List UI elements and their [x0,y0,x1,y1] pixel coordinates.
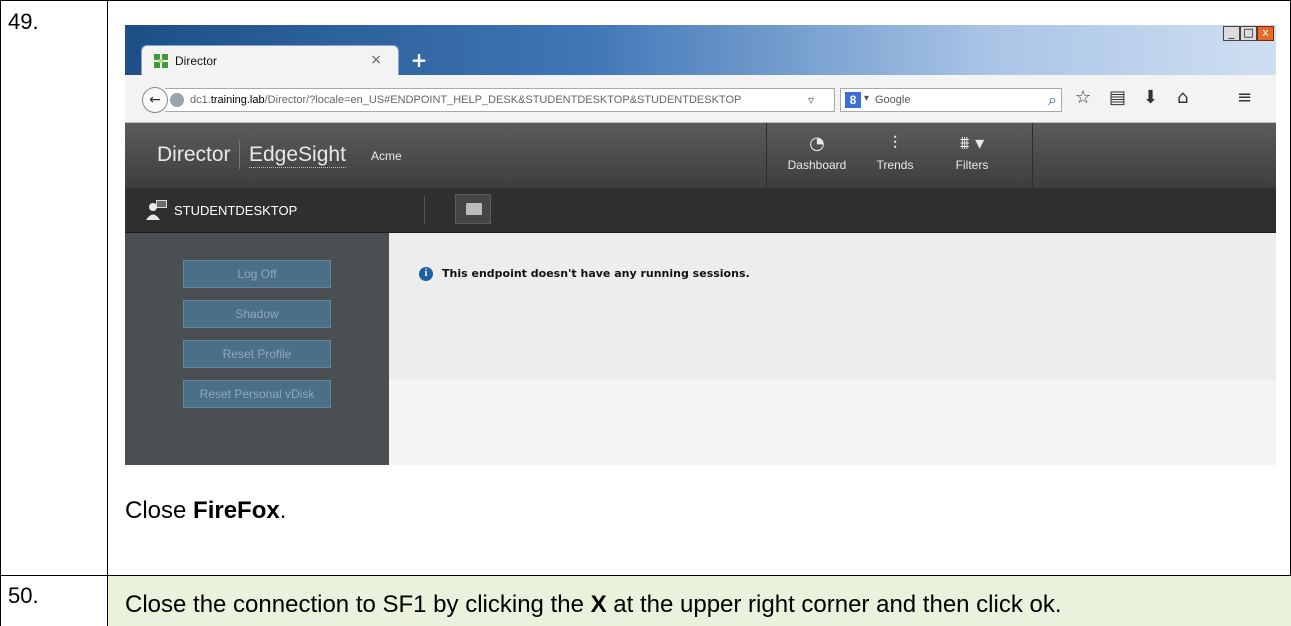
console-button[interactable] [455,194,491,224]
content-lower-area [389,380,1276,465]
machine-bar-divider [424,196,425,224]
edgesight-link[interactable]: EdgeSight [249,143,346,168]
dashboard-icon: ◔ [809,133,825,154]
step-number: 50. [8,583,39,608]
instruction-text: at the upper right corner and then click… [606,591,1062,618]
filters-icon: ⩩ ▾ [959,133,985,154]
instruction-bold: X [590,591,607,618]
monitor-icon [466,203,482,215]
back-icon[interactable]: ← [142,87,168,113]
director-brand[interactable]: Director [157,143,231,167]
nav-trends-label: Trends [876,158,914,172]
header-divider [766,123,767,188]
table-border-top [0,0,1291,1]
nav-dashboard[interactable]: ◔ Dashboard [782,133,852,172]
machine-name: STUDENTDESKTOP [174,203,298,218]
director-header: Director EdgeSight Acme ◔ Dashboard ⫶ Tr… [125,123,1276,188]
brand-divider [239,141,240,169]
browser-navbar: dc1.training.lab/Director/?locale=en_US#… [125,75,1276,123]
new-tab-button[interactable]: + [407,49,431,71]
globe-icon [170,93,184,107]
director-icon [154,54,168,68]
step-instruction: Close the connection to SF1 by clicking … [125,591,1062,619]
table-border-left [0,0,1,626]
instruction-text: Close the connection to SF1 by clicking … [125,591,591,618]
url-text[interactable]: dc1.training.lab/Director/?locale=en_US#… [190,94,741,106]
search-engine-dropdown-icon[interactable]: ▾ [864,93,869,104]
close-window-button[interactable]: x [1257,26,1274,41]
browser-titlebar: _ □ x Director × + [125,25,1276,75]
endpoint-user-icon [146,200,167,220]
bookmarks-list-icon[interactable]: ▤ [1109,87,1126,108]
minimize-button[interactable]: _ [1223,26,1240,41]
nav-dashboard-label: Dashboard [787,158,847,172]
maximize-button[interactable]: □ [1240,26,1257,41]
search-icon[interactable]: ⌕ [1048,90,1057,110]
browser-tab[interactable]: Director × [141,45,399,75]
tab-title: Director [175,54,218,68]
shadow-button[interactable]: Shadow [183,300,331,328]
url-host: training.lab [210,94,265,106]
trends-icon: ⫶ [892,133,898,154]
instruction-text: . [279,497,287,524]
url-bar[interactable]: dc1.training.lab/Director/?locale=en_US#… [165,88,868,112]
home-icon[interactable]: ⌂ [1177,87,1188,108]
machine-bar: STUDENTDESKTOP [125,188,1276,233]
close-tab-icon[interactable]: × [370,52,382,68]
table-border-number-col [107,0,108,626]
reset-personal-vdisk-button[interactable]: Reset Personal vDisk [183,380,331,408]
url-path: /Director/?locale=en_US#ENDPOINT_HELP_DE… [264,94,742,106]
site-name: Acme [371,149,402,163]
document-table: 49. _ □ x Director × + dc1.training.lab/… [0,0,1291,626]
step-number: 49. [8,9,39,34]
reset-profile-button[interactable]: Reset Profile [183,340,331,368]
url-dropdown-icon[interactable]: ▿ [808,93,814,107]
header-divider [1032,123,1033,188]
download-icon[interactable]: ⬇ [1143,87,1158,108]
nav-trends[interactable]: ⫶ Trends [867,133,923,172]
actions-panel: Log Off Shadow Reset Profile Reset Perso… [125,233,389,465]
log-off-button[interactable]: Log Off [183,260,331,288]
bookmark-star-icon[interactable]: ☆ [1075,87,1091,108]
step-instruction: Close FireFox. [125,497,286,525]
nav-filters-label: Filters [955,158,989,172]
no-sessions-message: This endpoint doesn't have any running s… [442,267,750,280]
search-placeholder: Google [875,94,911,106]
search-engine-icon[interactable]: 8 [845,92,861,108]
nav-filters[interactable]: ⩩ ▾ Filters [937,133,1007,172]
url-prefix: dc1. [190,94,211,106]
instruction-text: Close [125,497,194,524]
window-controls: _ □ x [1223,26,1274,41]
search-bar[interactable]: 8 ▾ Google ⌕ [840,88,1062,112]
instruction-bold: FireFox [193,497,280,524]
menu-icon[interactable]: ≡ [1237,87,1252,108]
browser-screenshot: _ □ x Director × + dc1.training.lab/Dire… [125,25,1276,465]
info-icon: i [419,267,433,281]
